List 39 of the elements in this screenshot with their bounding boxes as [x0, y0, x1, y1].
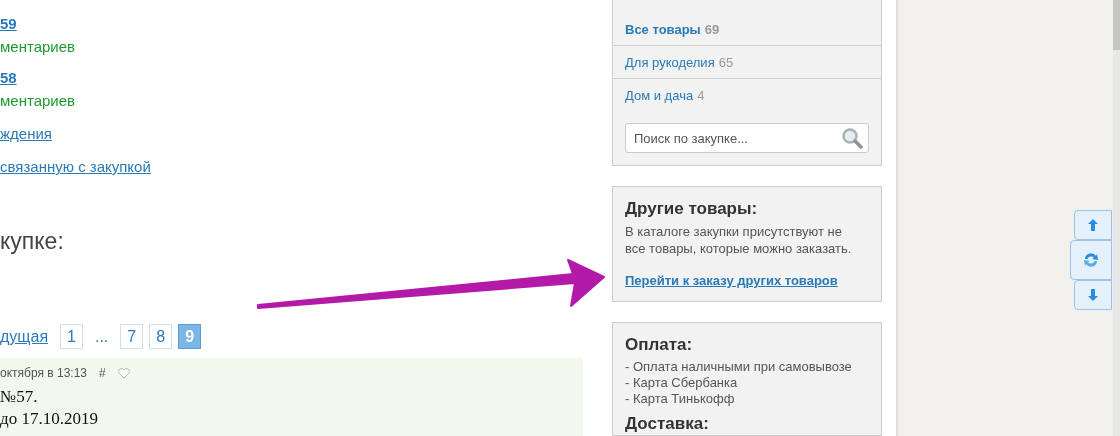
content-link[interactable]: 59	[0, 12, 583, 35]
content-link[interactable]: связанную с закупкой	[0, 155, 583, 178]
page-button[interactable]: 1	[60, 324, 83, 349]
payment-method: - Оплата наличными при самовывозе	[625, 359, 853, 375]
comment-text-line: до 17.10.2019	[0, 408, 99, 430]
content-link[interactable]: ждения	[0, 122, 583, 145]
scrollbar[interactable]	[1113, 0, 1120, 436]
search-field[interactable]: Поиск по закупке...	[625, 123, 869, 153]
comment-date: октября в 13:13	[0, 366, 88, 380]
page-button[interactable]: 7	[120, 324, 144, 349]
panel-text: В каталоге закупки присутствуют не все товары, которые можно заказать.	[625, 223, 853, 257]
category-count: 69	[704, 21, 720, 37]
refresh-icon	[1083, 252, 1099, 268]
heart-icon[interactable]	[117, 367, 130, 379]
anchor-link[interactable]: #	[99, 366, 106, 380]
search-icon[interactable]	[841, 127, 863, 149]
scroll-down-button[interactable]	[1074, 280, 1112, 310]
refresh-button[interactable]	[1070, 240, 1112, 280]
comment-count: ментариев	[0, 37, 76, 57]
section-heading: купке:	[0, 228, 65, 255]
content-link[interactable]: 58	[0, 66, 583, 89]
comment-count: ментариев	[0, 91, 76, 111]
payment-method: - Карта Тинькофф	[625, 391, 736, 407]
comment-text-line: №57.	[0, 386, 39, 408]
category-item[interactable]: Дом и дача 4	[613, 79, 881, 111]
category-item[interactable]: Все товары 69	[613, 13, 881, 46]
panel-title: Оплата:	[625, 335, 694, 355]
category-item[interactable]: Для рукоделия 65	[613, 46, 881, 79]
panel-title: Другие товары:	[625, 199, 759, 219]
arrow-up-icon	[1088, 219, 1098, 231]
panel-title: Доставка:	[625, 415, 710, 433]
page-button[interactable]: 8	[149, 324, 173, 349]
previous-page-link[interactable]: дущая	[0, 327, 49, 346]
order-link[interactable]: Перейти к заказу других товаров	[625, 273, 838, 288]
category-count: 4	[697, 87, 705, 103]
category-count: 65	[718, 54, 734, 70]
arrow-down-icon	[1088, 289, 1098, 301]
scroll-up-button[interactable]	[1074, 210, 1112, 240]
payment-method: - Карта Сбербанка	[625, 375, 739, 391]
